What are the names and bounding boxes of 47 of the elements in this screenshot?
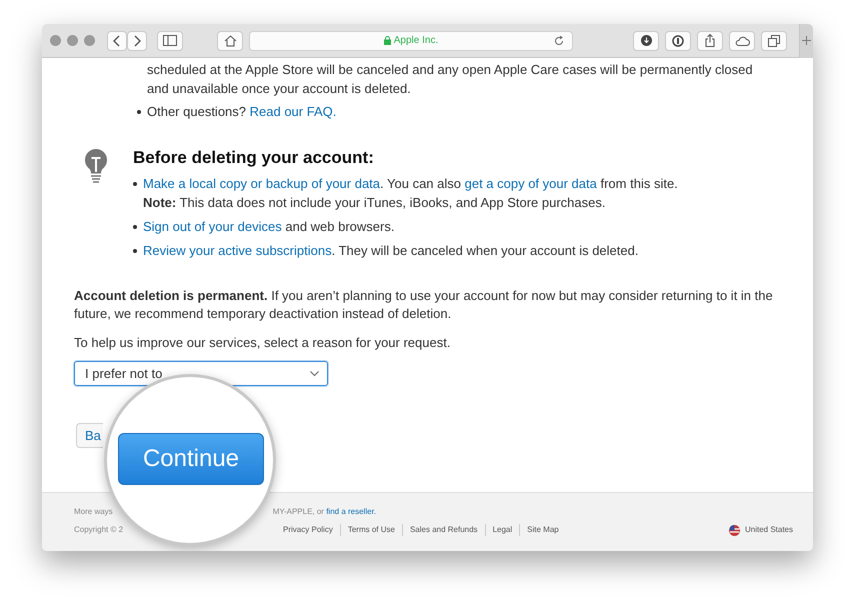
sidebar-icon[interactable] [157, 30, 183, 50]
note-text: Note: This data does not include your iTunes, iBooks, and App Store purchases. [143, 194, 606, 212]
footer-text: More ways [74, 506, 113, 518]
reload-icon[interactable] [554, 36, 564, 46]
bullet-icon [133, 249, 137, 253]
lock-icon [384, 36, 391, 45]
prompt-text: To help us improve our services, select a reason for your request. [74, 334, 452, 352]
text-link[interactable]: Sign out of your devices [143, 219, 282, 234]
info-icon[interactable] [665, 30, 691, 50]
footer-link[interactable]: Legal [484, 524, 520, 536]
site-name: Apple Inc. [394, 34, 438, 48]
region-text: United States [744, 524, 793, 536]
bullet-text: Review your active subscriptions. They will be canceled when your account is deleted. [143, 242, 638, 260]
cloud-icon[interactable] [729, 30, 755, 50]
text-link[interactable]: Review your active subscriptions [143, 243, 332, 258]
text-link[interactable]: get a copy of your data [464, 176, 597, 191]
chevron-down-icon [310, 370, 319, 376]
flag-icon [728, 524, 740, 536]
tabs-icon[interactable] [761, 30, 787, 50]
reseller-link[interactable]: find a reseller. [326, 507, 376, 516]
home-icon[interactable] [217, 30, 243, 50]
copyright-text: Copyright © 2 [74, 524, 124, 536]
download-icon[interactable] [633, 30, 659, 50]
forward-icon[interactable] [127, 30, 147, 50]
lightbulb-icon [84, 148, 108, 186]
text-link[interactable]: Make a local copy or backup of your data [143, 176, 380, 191]
back-icon[interactable] [107, 30, 127, 50]
back-button[interactable]: Ba [76, 423, 103, 448]
footer-link[interactable]: Privacy Policy [283, 524, 340, 536]
footer-link[interactable]: Terms of Use [340, 524, 402, 536]
address-bar[interactable]: Apple Inc. [249, 30, 573, 50]
bullet-text: Sign out of your devices and web browsers. [143, 218, 394, 236]
footer-link[interactable]: Sales and Refunds [402, 524, 485, 536]
bullet-text: Make a local copy or backup of your data. You can also get a copy of your data from this site. [143, 175, 678, 193]
bullet-icon [133, 225, 137, 229]
notice-text: Account deletion is permanent. If you aren’t planning to use your account for now but may consider returning to it in the future, we recommend temporary deactivation instead of deletion. [74, 287, 774, 323]
bullet-icon [137, 110, 141, 114]
continue-button[interactable]: Continue [118, 433, 264, 485]
text-link[interactable]: Read our FAQ. [250, 104, 336, 119]
bullet-icon [133, 182, 137, 186]
paragraph: scheduled at the Apple Store will be canceled and any open Apple Care cases will be permanently closed and unavailable once your account is deleted. [146, 61, 754, 98]
footer-link[interactable]: Site Map [519, 524, 566, 536]
footer-text: MY-APPLE, or find a reseller. [272, 506, 376, 518]
section-heading: Before deleting your account: [133, 147, 375, 169]
bullet-text: Other questions? Read our FAQ. [147, 103, 336, 121]
new-tab-icon[interactable] [799, 24, 813, 58]
share-icon[interactable] [697, 30, 723, 50]
